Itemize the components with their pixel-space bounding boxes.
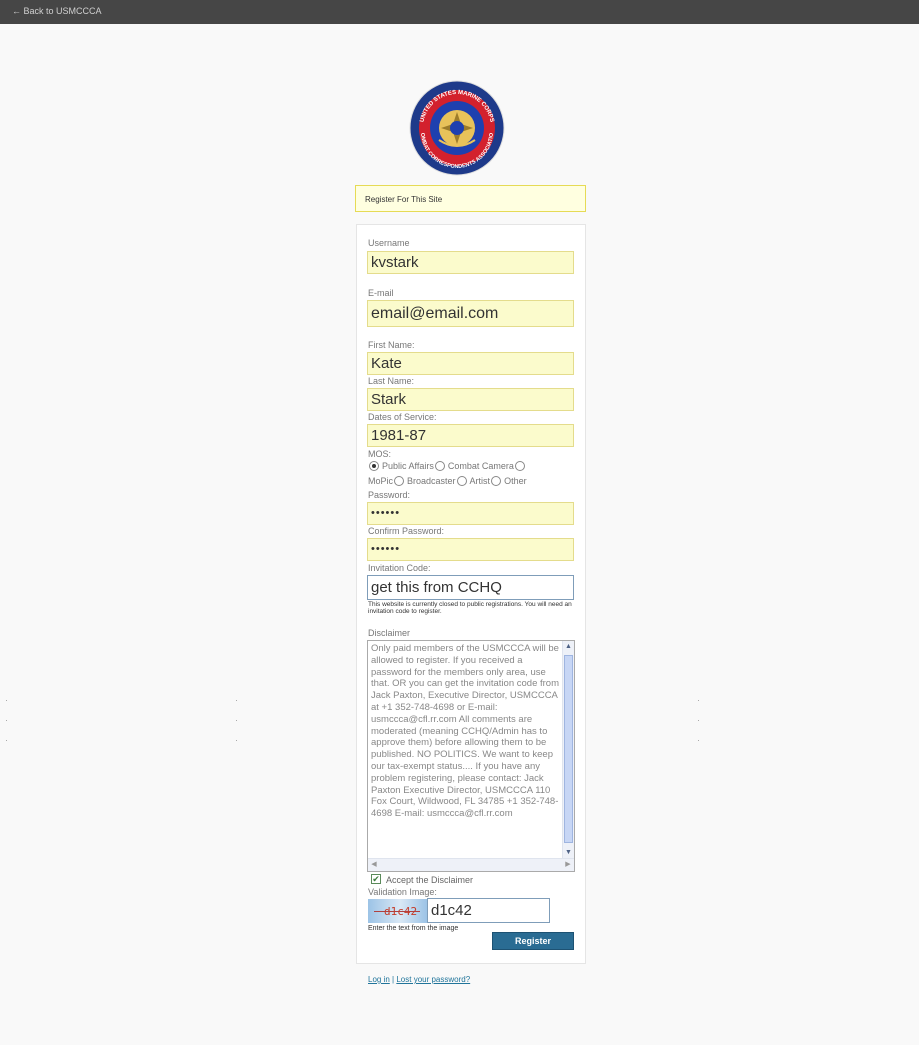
background-dot	[236, 740, 237, 741]
validation-note: Enter the text from the image	[368, 925, 459, 932]
dates-of-service-label: Dates of Service:	[368, 412, 437, 422]
mos-label: MOS:	[368, 449, 392, 459]
back-to-site-link[interactable]: ← Back to USMCCCA	[12, 6, 102, 16]
username-label: Username	[368, 238, 410, 248]
disclaimer-textarea[interactable]: Only paid members of the USMCCCA will be…	[367, 640, 575, 872]
admin-bar: ← Back to USMCCCA	[0, 0, 919, 24]
disclaimer-text: Only paid members of the USMCCCA will be…	[371, 643, 559, 820]
accept-disclaimer-checkbox[interactable]: ✔	[371, 874, 381, 884]
scroll-left-icon[interactable]: ◀	[368, 859, 380, 871]
scroll-right-icon[interactable]: ▶	[562, 859, 574, 871]
password-label: Password:	[368, 490, 411, 500]
captcha-text: d1c42	[384, 905, 418, 918]
lost-password-link[interactable]: Lost your password?	[396, 975, 470, 984]
background-dot	[6, 740, 7, 741]
footer-separator: |	[392, 975, 395, 984]
email-label: E-mail	[368, 288, 394, 298]
captcha-input[interactable]: d1c42	[427, 898, 550, 923]
login-link[interactable]: Log in	[368, 975, 390, 984]
dates-of-service-input[interactable]: 1981-87	[367, 424, 574, 447]
background-dot	[698, 720, 699, 721]
mos-radio-other[interactable]	[491, 476, 502, 486]
background-dot	[236, 720, 237, 721]
background-dot	[236, 700, 237, 701]
disclaimer-label: Disclaimer	[368, 628, 411, 638]
mos-option-label: Broadcaster	[407, 476, 456, 486]
register-button[interactable]: Register	[492, 932, 574, 950]
mos-option-label: Artist	[469, 476, 491, 486]
last-name-label: Last Name:	[368, 376, 415, 386]
scrollbar-thumb[interactable]	[564, 655, 573, 843]
confirm-password-label: Confirm Password:	[368, 526, 445, 536]
validation-image-label: Validation Image:	[368, 887, 437, 897]
mos-radio-combat-camera[interactable]	[434, 461, 445, 471]
accept-disclaimer-label: Accept the Disclaimer	[386, 875, 474, 885]
disclaimer-vertical-scrollbar[interactable]: ▲ ▼	[562, 641, 574, 859]
mos-option-label: MoPic	[368, 476, 394, 486]
scroll-up-icon[interactable]: ▲	[563, 641, 574, 653]
mos-radio-public-affairs[interactable]	[369, 461, 379, 471]
mos-radio-broadcaster[interactable]	[394, 476, 405, 486]
mos-radio-row-1: Public Affairs Combat Camera	[368, 461, 528, 471]
first-name-label: First Name:	[368, 340, 415, 350]
footer-links: Log in | Lost your password?	[368, 975, 470, 984]
mos-option-label: Public Affairs	[382, 461, 434, 471]
email-input[interactable]: email@email.com	[367, 300, 574, 327]
background-dot	[698, 740, 699, 741]
invitation-code-input[interactable]: get this from CCHQ	[367, 575, 574, 600]
background-dot	[6, 700, 7, 701]
invitation-code-label: Invitation Code:	[368, 563, 431, 573]
background-dot	[6, 720, 7, 721]
background-dot	[698, 700, 699, 701]
disclaimer-horizontal-scrollbar[interactable]: ◀ ▶	[368, 858, 574, 871]
mos-radio-mopic[interactable]	[514, 461, 525, 471]
invitation-note: This website is currently closed to publ…	[368, 601, 572, 615]
mos-option-label: Combat Camera	[447, 461, 514, 471]
last-name-input[interactable]: Stark	[367, 388, 574, 411]
username-input[interactable]: kvstark	[367, 251, 574, 274]
mos-option-label: Other	[504, 476, 527, 486]
password-input[interactable]: ••••••	[367, 502, 574, 525]
mos-radio-artist[interactable]	[456, 476, 467, 486]
confirm-password-input[interactable]: ••••••	[367, 538, 574, 561]
check-icon: ✔	[372, 874, 380, 884]
captcha-image: d1c42	[368, 899, 427, 923]
first-name-input[interactable]: Kate	[367, 352, 574, 375]
usmccca-logo[interactable]: UNITED STATES MARINE CORPS COMBAT CORRES…	[407, 76, 505, 176]
register-notice: Register For This Site	[355, 185, 586, 212]
mos-radio-row-2: MoPic Broadcaster Artist Other	[368, 476, 527, 486]
